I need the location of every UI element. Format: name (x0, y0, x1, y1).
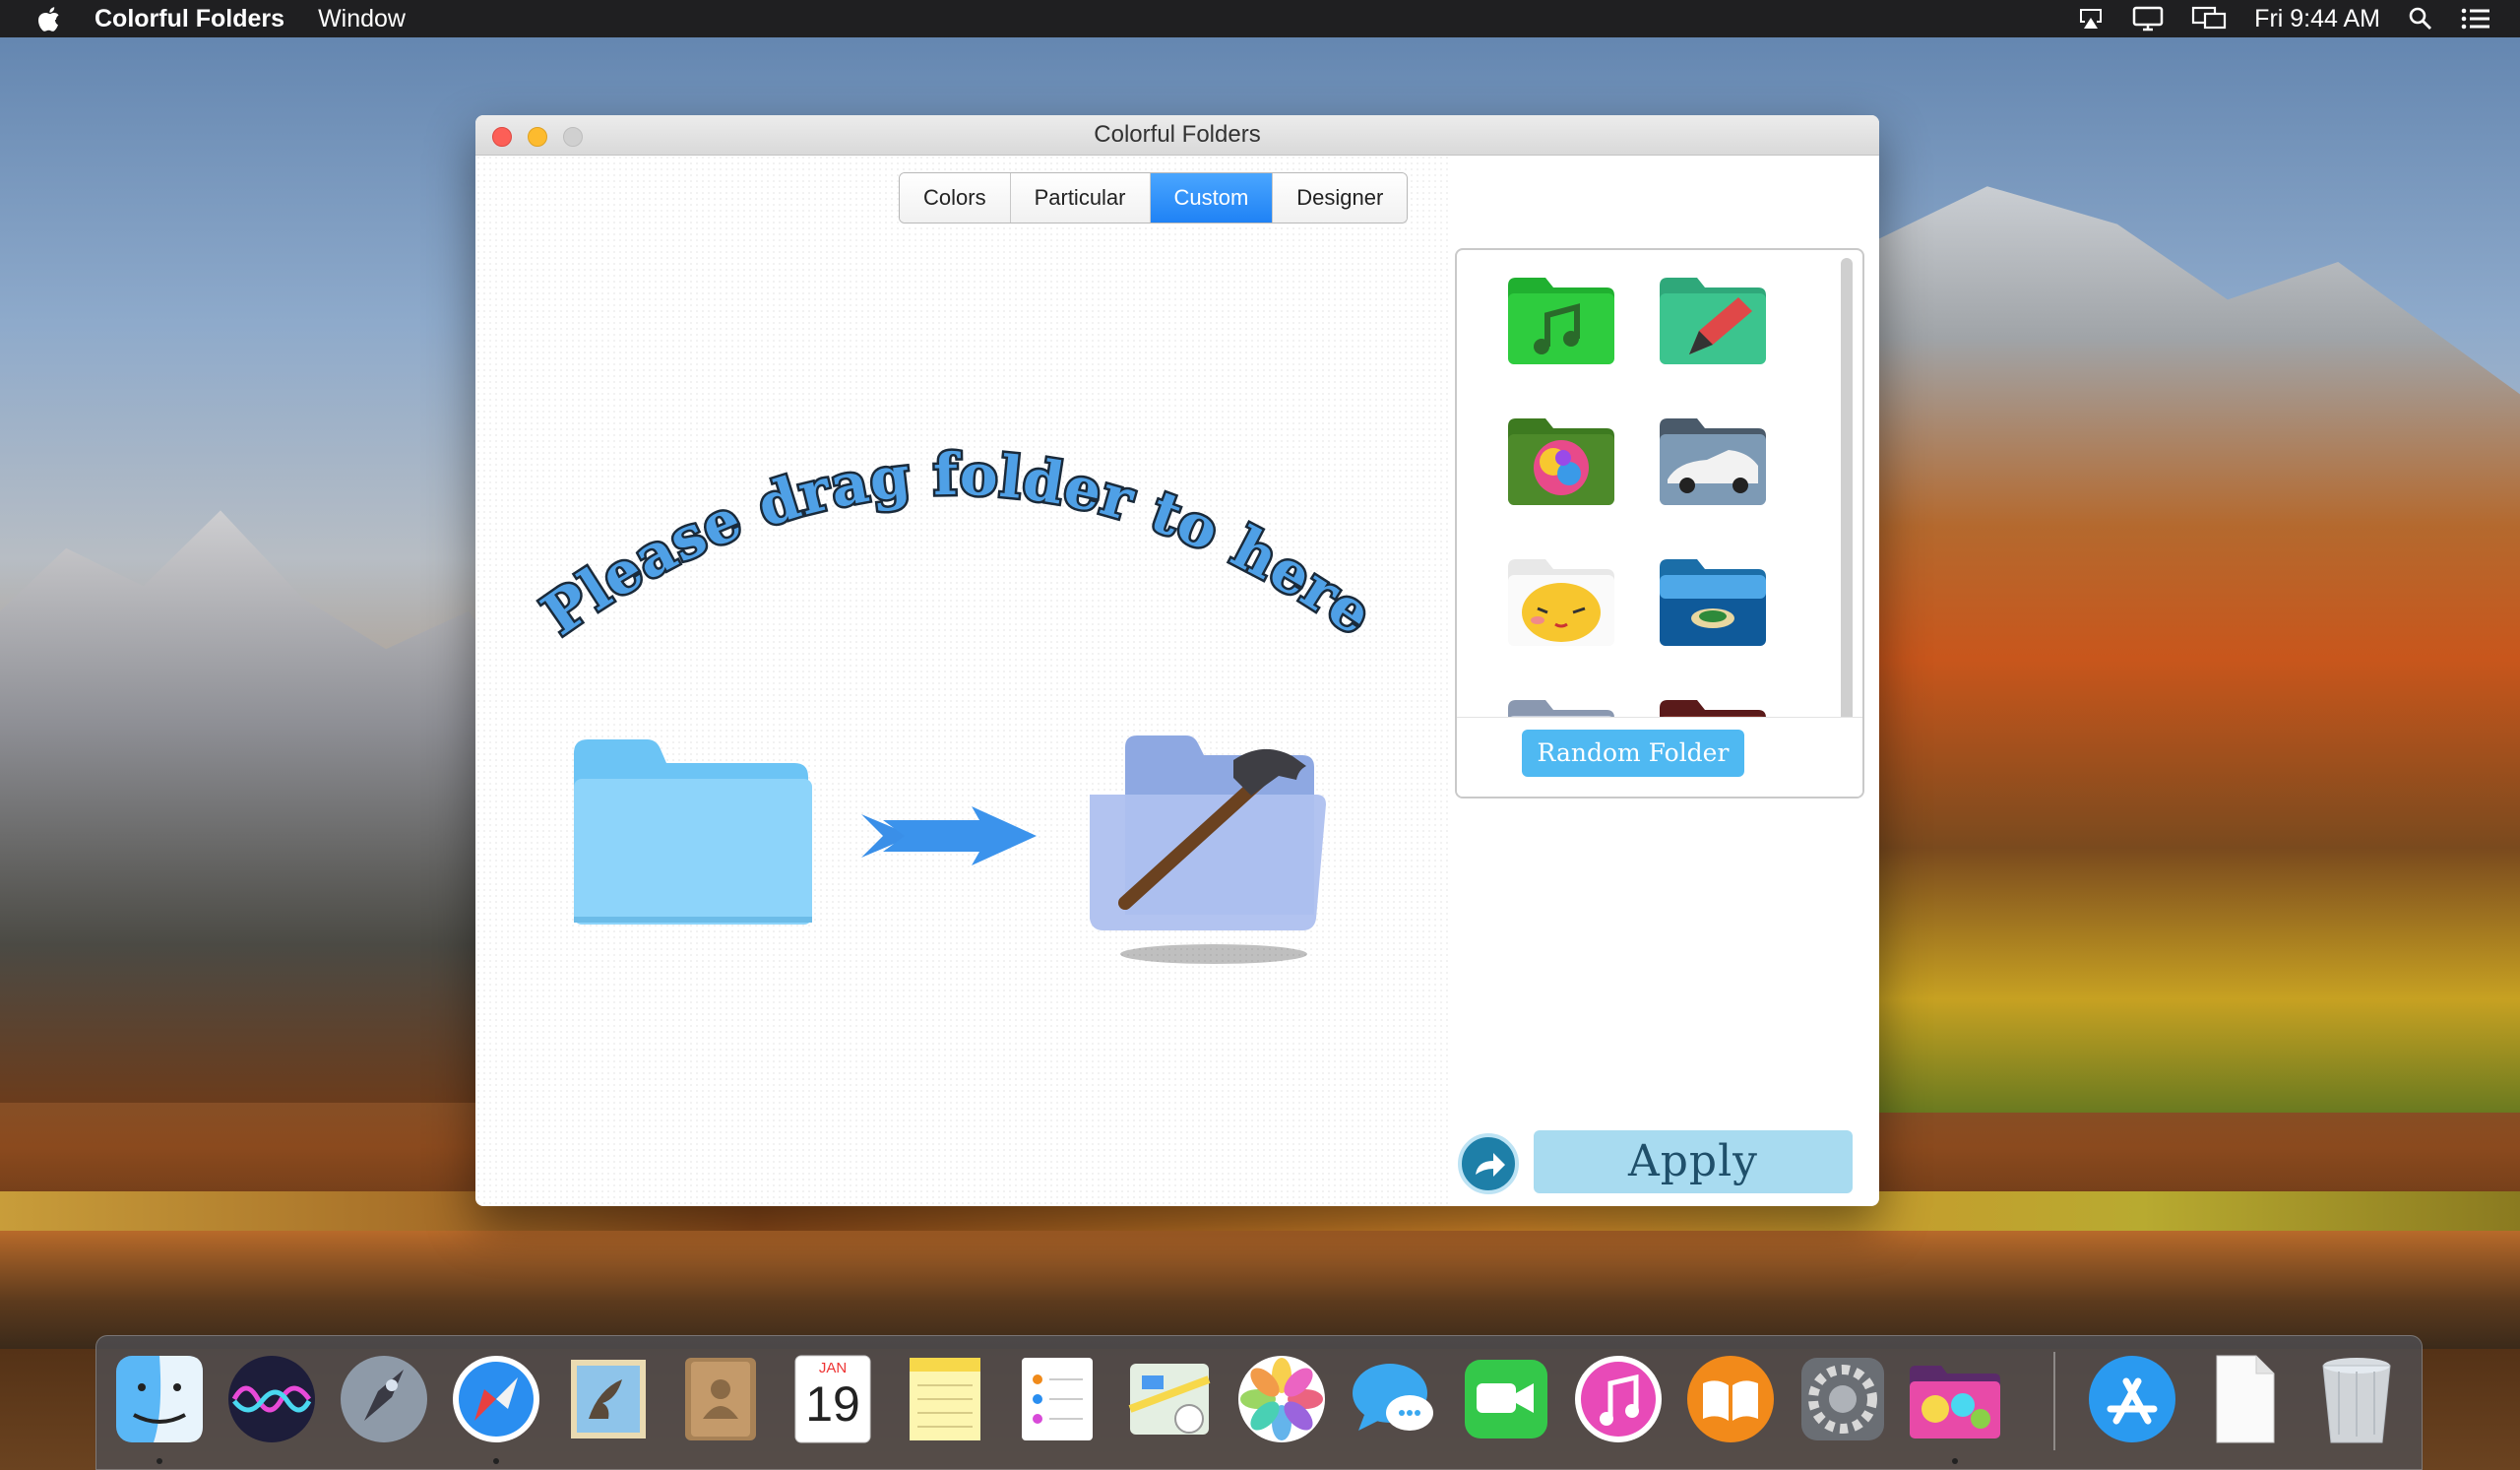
music-folder-icon (1508, 278, 1614, 364)
itunes-icon (1575, 1356, 1662, 1442)
dock-launchpad[interactable] (335, 1350, 433, 1448)
dock-system-preferences[interactable] (1794, 1350, 1892, 1448)
window-menu[interactable]: Window (318, 5, 406, 33)
window-title: Colorful Folders (1094, 121, 1261, 148)
dock-contacts[interactable] (671, 1350, 770, 1448)
app-store-icon (2089, 1356, 2175, 1442)
grid-scrollbar[interactable] (1841, 258, 1853, 731)
svg-text:Please drag folder to here: Please drag folder to here (531, 441, 1385, 649)
dock-trash[interactable] (2307, 1350, 2406, 1448)
grid-scroll-thumb[interactable] (1841, 258, 1853, 731)
dock-messages[interactable] (1345, 1350, 1443, 1448)
messages-icon (1353, 1364, 1433, 1431)
contacts-icon (685, 1358, 756, 1440)
dock-siri[interactable] (222, 1350, 321, 1448)
arrow-icon (861, 806, 1037, 865)
thumbnail-cartoon-chick[interactable] (1497, 540, 1623, 666)
thumbnail-music[interactable] (1497, 258, 1623, 384)
tab-designer[interactable]: Designer (1273, 173, 1408, 223)
finder-running-indicator (157, 1458, 162, 1464)
apply-button[interactable]: Apply (1534, 1130, 1853, 1193)
system-preferences-icon (1801, 1358, 1884, 1440)
launchpad-icon (341, 1356, 427, 1442)
thumbnail-pencil[interactable] (1649, 258, 1775, 384)
dock-app-store[interactable] (2083, 1350, 2181, 1448)
safari-icon (453, 1356, 539, 1442)
share-arrow-icon (1476, 1153, 1505, 1177)
title-bar[interactable]: Colorful Folders (475, 115, 1879, 156)
folder-drop-zone[interactable]: Please drag folder to here (475, 155, 1450, 1206)
trash-icon (2322, 1358, 2391, 1443)
tab-custom[interactable]: Custom (1150, 173, 1274, 223)
clock[interactable]: Fri 9:44 AM (2254, 5, 2380, 33)
thumbnail-island[interactable] (1649, 540, 1775, 666)
app-menu[interactable]: Colorful Folders (94, 5, 284, 33)
sports-car-folder-icon (1660, 418, 1766, 505)
drop-hint-label: Please drag folder to here (528, 438, 1386, 651)
dock-mail[interactable] (559, 1350, 658, 1448)
siri-icon (228, 1356, 315, 1442)
ibooks-icon (1687, 1356, 1774, 1442)
colorful-folders-icon (1910, 1366, 2000, 1438)
pencil-folder-icon (1660, 278, 1766, 364)
wallpaper-lake (0, 1231, 2520, 1349)
thumbnail-sports-car[interactable] (1649, 399, 1775, 525)
maps-icon (1128, 1364, 1211, 1435)
notes-icon (910, 1358, 980, 1440)
panel-footer: Random Folder (1457, 717, 1862, 797)
folder-picker-panel: Random Folder (1455, 248, 1864, 799)
dock-finder[interactable] (110, 1350, 209, 1448)
apple-icon[interactable] (35, 4, 61, 33)
tab-colors[interactable]: Colors (900, 173, 1011, 223)
screen-mirror-icon[interactable] (2191, 6, 2227, 32)
cartoon-chick-folder-icon (1508, 559, 1614, 646)
reminders-icon (1022, 1358, 1093, 1440)
dock-notes[interactable] (896, 1350, 994, 1448)
thumbnail-rose[interactable] (1497, 399, 1623, 525)
dock-safari[interactable] (447, 1350, 545, 1448)
notification-center-icon[interactable] (2461, 7, 2490, 31)
dock-facetime[interactable] (1457, 1350, 1555, 1448)
dock-photos[interactable] (1232, 1350, 1331, 1448)
dock-maps[interactable] (1120, 1350, 1219, 1448)
rose-folder-icon (1508, 418, 1614, 505)
search-icon[interactable] (2408, 6, 2433, 32)
finder-icon (116, 1356, 203, 1442)
source-folder-icon (574, 739, 812, 925)
calendar-month: JAN (818, 1360, 848, 1376)
document-icon (2216, 1355, 2275, 1443)
dock-calendar[interactable]: JAN 19 (784, 1350, 882, 1448)
tab-particular[interactable]: Particular (1010, 173, 1151, 223)
mail-icon (571, 1360, 646, 1438)
random-folder-button[interactable]: Random Folder (1522, 730, 1744, 777)
dock: JAN 19 (95, 1335, 2423, 1470)
dock-separator (2053, 1352, 2055, 1450)
mode-tabs: Colors Particular Custom Designer (899, 172, 1409, 224)
dock-itunes[interactable] (1569, 1350, 1668, 1448)
island-folder-icon (1660, 559, 1766, 646)
menu-bar: Colorful Folders Window Fri 9:44 AM (0, 0, 2520, 37)
share-button[interactable] (1458, 1133, 1519, 1194)
wallpaper-mountain-right (1870, 186, 2520, 1113)
colorful-folders-window: Colorful Folders Please drag folder to h… (475, 115, 1879, 1206)
calendar-day: 19 (805, 1376, 860, 1432)
colorful-folders-running-indicator (1952, 1458, 1958, 1464)
safari-running-indicator (493, 1458, 499, 1464)
dock-document[interactable] (2195, 1350, 2294, 1448)
target-folder-hammer-icon (1090, 735, 1326, 964)
dock-reminders[interactable] (1008, 1350, 1106, 1448)
dock-colorful-folders[interactable] (1906, 1350, 2004, 1448)
display-icon[interactable] (2132, 6, 2164, 32)
wallpaper-mountain-left (0, 510, 551, 1103)
facetime-icon (1465, 1360, 1547, 1438)
photos-icon (1238, 1356, 1325, 1442)
dock-ibooks[interactable] (1681, 1350, 1780, 1448)
airplay-icon[interactable] (2077, 6, 2105, 32)
